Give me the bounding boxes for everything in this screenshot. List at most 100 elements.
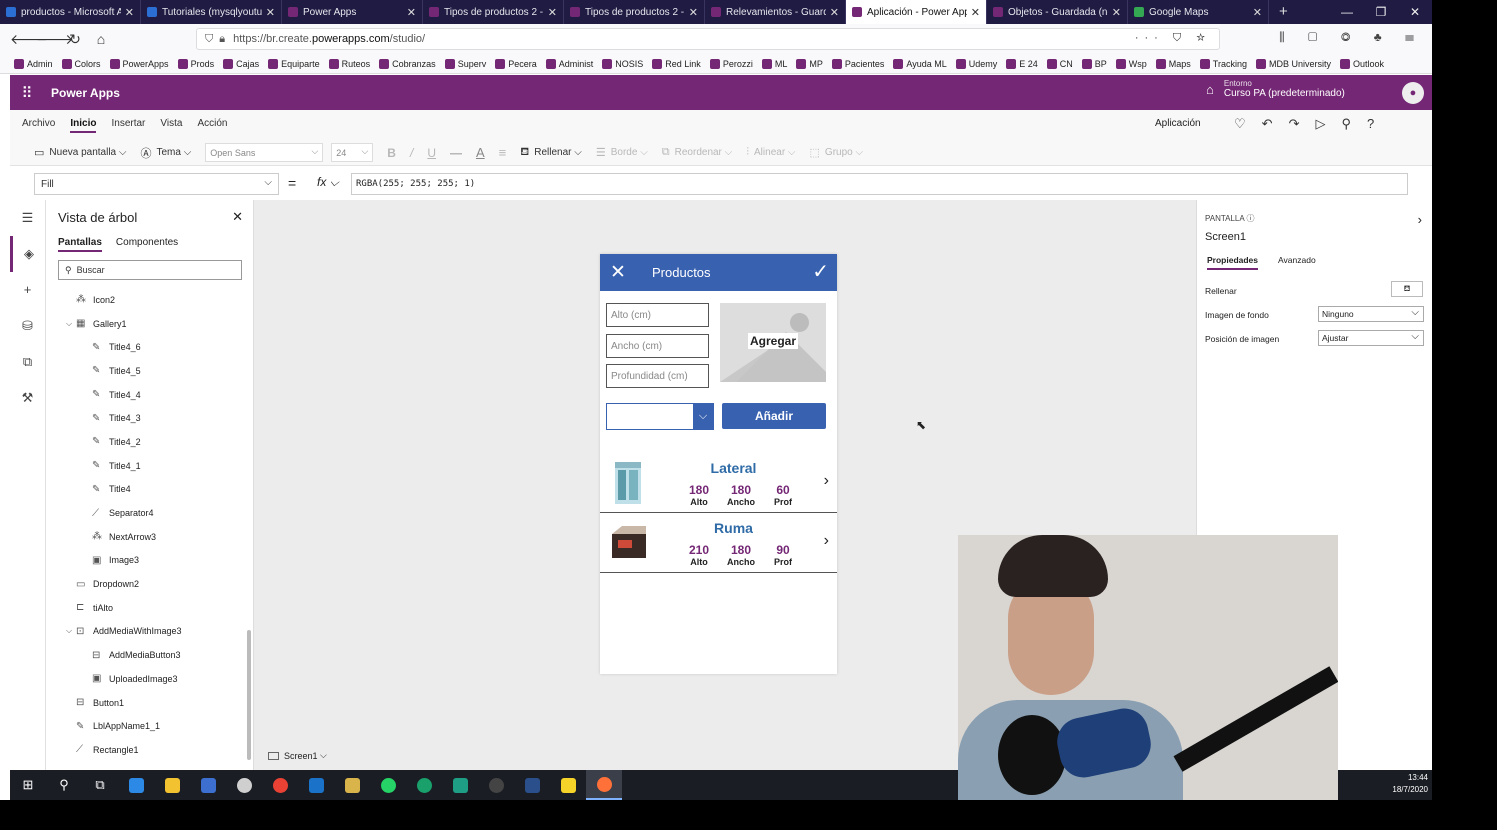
explorer-icon[interactable] <box>154 770 190 800</box>
tree-node[interactable]: ⊟ Button1 <box>46 691 253 715</box>
bookmark-item[interactable]: E 24 <box>1006 58 1038 69</box>
browser-toolbar-icons[interactable]: ⫼ ▢ ◎ ♣ ☰ <box>1279 30 1424 45</box>
browser-tab[interactable]: productos - Microsoft A ✕ <box>0 0 141 24</box>
new-tab-button[interactable]: + <box>1269 0 1298 24</box>
system-clock[interactable]: 13:44 18/7/2020 <box>1392 772 1428 796</box>
bookmark-item[interactable]: PowerApps <box>109 58 169 69</box>
bookmark-item[interactable]: Tracking <box>1199 58 1247 69</box>
whatsapp-icon[interactable] <box>370 770 406 800</box>
chevron-right-icon[interactable]: › <box>1418 212 1422 227</box>
menu-item[interactable]: Archivo <box>22 118 55 133</box>
tree-scrollbar[interactable] <box>247 630 251 760</box>
plus-icon[interactable]: + <box>10 272 45 308</box>
tree-node[interactable]: ⁂ Icon2 <box>46 288 253 312</box>
font-size-select[interactable]: 24 <box>331 143 374 162</box>
forward-button[interactable]: 🡒 <box>36 31 74 48</box>
type-dropdown[interactable]: ⌵ <box>606 403 714 430</box>
terminal-icon[interactable] <box>442 770 478 800</box>
gallery-row[interactable]: Lateral 180 Alto 180 Ancho 60 Prof › <box>600 454 837 513</box>
menu-item[interactable]: Acción <box>197 118 227 133</box>
bookmark-item[interactable]: Equiparte <box>268 58 320 69</box>
home-button[interactable]: ⌂ <box>88 31 114 47</box>
browser-tab[interactable]: Relevamientos - Guarda ✕ <box>705 0 846 24</box>
layers-icon[interactable]: ◈ <box>10 236 45 272</box>
task-view-icon[interactable]: ⧉ <box>82 770 118 800</box>
font-color-button[interactable]: A <box>476 145 485 160</box>
close-tab-icon[interactable]: ✕ <box>1112 6 1121 19</box>
close-tab-icon[interactable]: ✕ <box>407 6 416 19</box>
redo-icon[interactable]: ↷ <box>1289 116 1316 131</box>
menu-item[interactable]: Inicio <box>70 118 97 133</box>
align-button[interactable]: ⫶ Alinear ⌵ <box>746 146 795 159</box>
app-settings-button[interactable]: Aplicación <box>1155 118 1201 129</box>
gitkraken-icon[interactable] <box>406 770 442 800</box>
back-button[interactable]: 🡐 <box>10 31 48 48</box>
ancho-input[interactable]: Ancho (cm) <box>606 334 709 358</box>
bookmark-item[interactable]: Ayuda ML <box>893 58 947 69</box>
border-button[interactable]: ☰ Borde ⌵ <box>596 146 648 159</box>
screen-selector[interactable]: Screen1 ⌵ <box>268 750 327 761</box>
url-actions[interactable]: ··· ⛉ ☆ <box>1135 32 1211 45</box>
outlook-icon[interactable] <box>298 770 334 800</box>
tree-node[interactable]: ✎ Title4_3 <box>46 406 253 430</box>
restore-button[interactable]: ❐ <box>1364 0 1398 24</box>
tree-node[interactable]: ⌵ ⊡ AddMediaWithImage3 <box>46 620 253 644</box>
browser-tab[interactable]: Power Apps ✕ <box>282 0 423 24</box>
close-window-button[interactable]: ✕ <box>1398 0 1432 24</box>
bookmark-item[interactable]: Outlook <box>1340 58 1384 69</box>
environment-picker[interactable]: ⌂ Entorno Curso PA (predeterminado) <box>1206 79 1345 99</box>
bookmark-item[interactable]: Perozzi <box>709 58 753 69</box>
app-launcher-icon[interactable]: ⠿ <box>10 84 44 102</box>
bookmark-item[interactable]: Ruteos <box>328 58 370 69</box>
data-icon[interactable]: ⛁ <box>10 308 45 344</box>
obs-icon[interactable] <box>478 770 514 800</box>
tree-node[interactable]: ⟋ Rectangle1 <box>46 738 253 762</box>
calculator-icon[interactable] <box>190 770 226 800</box>
tools-icon[interactable]: ⚒ <box>10 380 45 416</box>
close-tab-icon[interactable]: ✕ <box>689 6 698 19</box>
add-button[interactable]: Añadir <box>722 403 826 429</box>
image-position-select[interactable]: Ajustar <box>1318 330 1424 346</box>
property-select[interactable]: Fill <box>34 173 279 195</box>
hamburger-icon[interactable]: ☰ <box>10 200 45 236</box>
tree-node[interactable]: ⁂ NextArrow3 <box>46 525 253 549</box>
bookmark-item[interactable]: CN <box>1046 58 1073 69</box>
bookmark-item[interactable]: NOSIS <box>602 58 643 69</box>
close-icon[interactable]: ✕ <box>232 209 243 225</box>
tree-node[interactable]: ⟋ Separator4 <box>46 501 253 525</box>
tree-node[interactable]: ✎ Title4_2 <box>46 430 253 454</box>
font-select[interactable]: Open Sans <box>205 143 324 162</box>
bookmark-item[interactable]: Pacientes <box>831 58 884 69</box>
bookmark-item[interactable]: Maps <box>1155 58 1191 69</box>
tree-node[interactable]: ⌵ ▦ Gallery1 <box>46 312 253 336</box>
italic-button[interactable]: / <box>410 146 413 160</box>
close-tab-icon[interactable]: ✕ <box>266 6 275 19</box>
tree-node[interactable]: ▣ Image3 <box>46 549 253 573</box>
theme-button[interactable]: Ⓐ Tema ⌵ <box>140 145 191 161</box>
fx-icon[interactable]: fx ⌵ <box>317 175 339 190</box>
close-tab-icon[interactable]: ✕ <box>830 6 839 19</box>
menu-item[interactable]: Insertar <box>111 118 145 133</box>
browser-tab[interactable]: Google Maps ✕ <box>1128 0 1269 24</box>
bookmark-item[interactable]: Superv <box>444 58 486 69</box>
browser-tab[interactable]: Tutoriales (mysqlyoutub ✕ <box>141 0 282 24</box>
expand-caret-icon[interactable]: ⌵ <box>66 626 76 636</box>
bookmark-item[interactable]: Admin <box>14 58 53 69</box>
close-tab-icon[interactable]: ✕ <box>125 6 134 19</box>
vscode-icon[interactable] <box>118 770 154 800</box>
check-icon[interactable]: ✓ <box>812 259 829 284</box>
help-icon[interactable]: ? <box>1367 116 1390 131</box>
close-tab-icon[interactable]: ✕ <box>548 6 557 19</box>
play-icon[interactable]: ▷ <box>1315 116 1341 131</box>
tab-screens[interactable]: Pantallas <box>58 237 102 252</box>
browser-tab[interactable]: Objetos - Guardada (no ✕ <box>987 0 1128 24</box>
undo-icon[interactable]: ↶ <box>1262 116 1289 131</box>
minimize-button[interactable]: — <box>1330 0 1364 24</box>
tree-node[interactable]: ✎ Title4_4 <box>46 383 253 407</box>
bold-button[interactable]: B <box>387 146 396 160</box>
reorder-button[interactable]: ⧉ Reordenar ⌵ <box>662 146 732 159</box>
share-icon[interactable]: ⚲ <box>1341 116 1367 131</box>
firefox-icon[interactable] <box>586 770 622 800</box>
bookmark-item[interactable]: Udemy <box>955 58 997 69</box>
browser-tab[interactable]: Tipos de productos 2 - P ✕ <box>564 0 705 24</box>
